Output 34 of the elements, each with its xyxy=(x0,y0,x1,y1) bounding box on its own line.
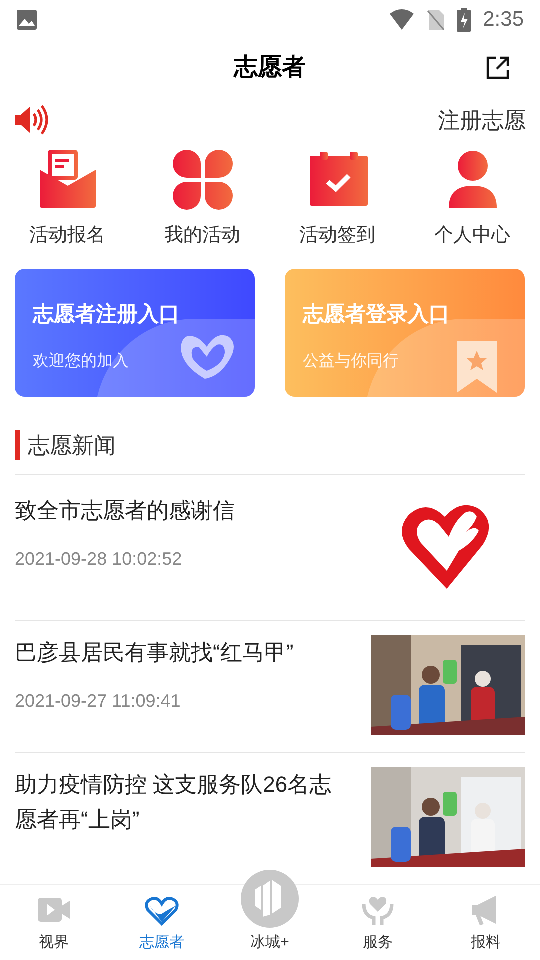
shortcut-label[interactable]: 个人中心 xyxy=(434,222,510,250)
news-title: 致全市志愿者的感谢信 xyxy=(15,496,236,524)
wifi-icon xyxy=(389,9,416,31)
news-title: 巴彦县居民有事就找“红马甲” xyxy=(15,638,295,666)
news-date: 2021-09-28 10:02:52 xyxy=(15,548,184,570)
news-item[interactable]: 巴彦县居民有事就找“红马甲” 2021-09-27 11:09:41 xyxy=(15,620,525,752)
news-item[interactable]: 致全市志愿者的感谢信 2021-09-28 10:02:52 xyxy=(15,474,525,620)
battery-icon xyxy=(457,8,472,32)
share-icon[interactable] xyxy=(486,56,510,80)
nav-tab[interactable]: 报料 xyxy=(432,884,540,960)
shortcut-label[interactable]: 我的活动 xyxy=(164,222,240,250)
nav-tab[interactable]: 志愿者 xyxy=(108,884,216,960)
no-sim-icon xyxy=(427,9,446,31)
accent-bar xyxy=(15,430,20,460)
shortcut-label[interactable]: 活动签到 xyxy=(300,222,376,250)
bookmark-star-icon xyxy=(457,340,497,392)
clover-icon xyxy=(170,148,234,212)
shortcut-label[interactable]: 活动报名 xyxy=(30,222,106,250)
news-title: 助力疫情防控 这支服务队26名志愿者再“上岗” xyxy=(15,770,333,834)
card-subtitle: 欢迎您的加入 xyxy=(33,352,130,372)
nav-tab[interactable]: 服务 xyxy=(324,884,432,960)
status-time: 2:35 xyxy=(483,7,524,34)
news-item[interactable]: 助力疫情防控 这支服务队26名志愿者再“上岗” xyxy=(15,752,525,884)
page-title: 志愿者 xyxy=(234,53,306,83)
section-heading: 志愿新闻 xyxy=(28,432,116,460)
notice-text: 注册志愿 xyxy=(438,106,527,134)
card-title: 志愿者注册入口 xyxy=(33,302,181,328)
image-icon xyxy=(16,9,38,31)
card-subtitle: 公益与你同行 xyxy=(303,352,400,372)
nav-tab[interactable]: 视界 xyxy=(0,884,108,960)
entry-card[interactable]: 志愿者注册入口 欢迎您的加入 xyxy=(15,268,255,396)
news-date: 2021-09-27 11:09:41 xyxy=(15,690,182,712)
speaker-icon xyxy=(15,105,49,135)
card-title: 志愿者登录入口 xyxy=(303,302,451,328)
